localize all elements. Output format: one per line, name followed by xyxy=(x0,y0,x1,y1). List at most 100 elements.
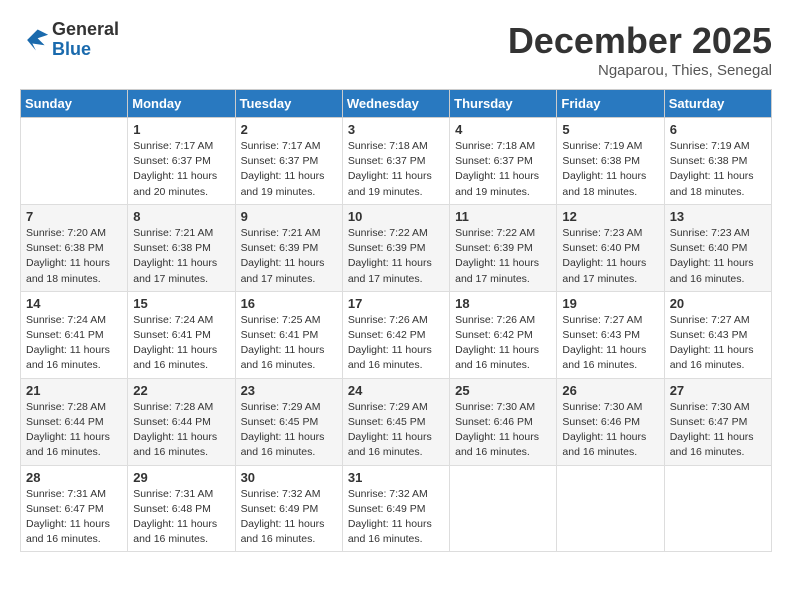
calendar-cell: 6 Sunrise: 7:19 AMSunset: 6:38 PMDaylight… xyxy=(664,118,771,205)
day-info: Sunrise: 7:22 AMSunset: 6:39 PMDaylight:… xyxy=(348,226,444,287)
day-number: 25 xyxy=(455,383,551,398)
day-info: Sunrise: 7:29 AMSunset: 6:45 PMDaylight:… xyxy=(241,400,337,461)
page-header: General Blue December 2025 Ngaparou, Thi… xyxy=(20,20,772,79)
calendar-cell: 26Sunrise: 7:30 AMSunset: 6:46 PMDayligh… xyxy=(557,378,664,465)
calendar-cell xyxy=(664,465,771,552)
calendar-cell: 20 Sunrise: 7:27 AMSunset: 6:43 PMDayligh… xyxy=(664,291,771,378)
calendar-cell: 19 Sunrise: 7:27 AMSunset: 6:43 PMDayligh… xyxy=(557,291,664,378)
day-info: Sunrise: 7:24 AMSunset: 6:41 PMDaylight:… xyxy=(26,313,122,374)
day-info: Sunrise: 7:21 AMSunset: 6:38 PMDaylight:… xyxy=(133,226,229,287)
day-info: Sunrise: 7:30 AMSunset: 6:47 PMDaylight:… xyxy=(670,400,766,461)
month-title: December 2025 xyxy=(508,20,772,62)
day-info: Sunrise: 7:28 AMSunset: 6:44 PMDaylight:… xyxy=(133,400,229,461)
calendar-cell: 23 Sunrise: 7:29 AMSunset: 6:45 PMDayligh… xyxy=(235,378,342,465)
day-info: Sunrise: 7:20 AMSunset: 6:38 PMDaylight:… xyxy=(26,226,122,287)
day-number: 18 xyxy=(455,296,551,311)
day-number: 14 xyxy=(26,296,122,311)
day-number: 29 xyxy=(133,470,229,485)
calendar-cell: 22 Sunrise: 7:28 AMSunset: 6:44 PMDayligh… xyxy=(128,378,235,465)
day-info: Sunrise: 7:30 AMSunset: 6:46 PMDaylight:… xyxy=(562,400,658,461)
col-sunday: Sunday xyxy=(21,90,128,118)
day-number: 30 xyxy=(241,470,337,485)
day-number: 13 xyxy=(670,209,766,224)
calendar-cell: 13 Sunrise: 7:23 AMSunset: 6:40 PMDayligh… xyxy=(664,204,771,291)
day-number: 20 xyxy=(670,296,766,311)
calendar-cell: 21Sunrise: 7:28 AMSunset: 6:44 PMDayligh… xyxy=(21,378,128,465)
day-number: 28 xyxy=(26,470,122,485)
day-number: 4 xyxy=(455,122,551,137)
day-number: 17 xyxy=(348,296,444,311)
calendar-cell: 3 Sunrise: 7:18 AMSunset: 6:37 PMDaylight… xyxy=(342,118,449,205)
calendar-cell: 12 Sunrise: 7:23 AMSunset: 6:40 PMDayligh… xyxy=(557,204,664,291)
day-number: 15 xyxy=(133,296,229,311)
col-tuesday: Tuesday xyxy=(235,90,342,118)
col-friday: Friday xyxy=(557,90,664,118)
day-info: Sunrise: 7:19 AMSunset: 6:38 PMDaylight:… xyxy=(562,139,658,200)
day-info: Sunrise: 7:27 AMSunset: 6:43 PMDaylight:… xyxy=(562,313,658,374)
day-info: Sunrise: 7:17 AMSunset: 6:37 PMDaylight:… xyxy=(241,139,337,200)
calendar-cell: 28 Sunrise: 7:31 AMSunset: 6:47 PMDayligh… xyxy=(21,465,128,552)
day-info: Sunrise: 7:30 AMSunset: 6:46 PMDaylight:… xyxy=(455,400,551,461)
logo-general: General xyxy=(52,20,119,40)
day-info: Sunrise: 7:29 AMSunset: 6:45 PMDaylight:… xyxy=(348,400,444,461)
day-number: 1 xyxy=(133,122,229,137)
day-number: 8 xyxy=(133,209,229,224)
calendar-cell: 7 Sunrise: 7:20 AMSunset: 6:38 PMDaylight… xyxy=(21,204,128,291)
day-number: 5 xyxy=(562,122,658,137)
day-number: 31 xyxy=(348,470,444,485)
day-number: 22 xyxy=(133,383,229,398)
day-info: Sunrise: 7:27 AMSunset: 6:43 PMDaylight:… xyxy=(670,313,766,374)
calendar-cell: 18 Sunrise: 7:26 AMSunset: 6:42 PMDayligh… xyxy=(450,291,557,378)
day-number: 7 xyxy=(26,209,122,224)
calendar-cell: 1Sunrise: 7:17 AMSunset: 6:37 PMDaylight… xyxy=(128,118,235,205)
calendar-cell: 14 Sunrise: 7:24 AMSunset: 6:41 PMDayligh… xyxy=(21,291,128,378)
calendar-cell: 4 Sunrise: 7:18 AMSunset: 6:37 PMDaylight… xyxy=(450,118,557,205)
calendar-cell: 30 Sunrise: 7:32 AMSunset: 6:49 PMDayligh… xyxy=(235,465,342,552)
calendar-row-2: 7 Sunrise: 7:20 AMSunset: 6:38 PMDaylight… xyxy=(21,204,772,291)
header-row: Sunday Monday Tuesday Wednesday Thursday… xyxy=(21,90,772,118)
day-info: Sunrise: 7:19 AMSunset: 6:38 PMDaylight:… xyxy=(670,139,766,200)
calendar-cell xyxy=(450,465,557,552)
calendar-cell: 2 Sunrise: 7:17 AMSunset: 6:37 PMDaylight… xyxy=(235,118,342,205)
day-number: 21 xyxy=(26,383,122,398)
day-number: 3 xyxy=(348,122,444,137)
logo: General Blue xyxy=(20,20,119,60)
calendar-cell: 24 Sunrise: 7:29 AMSunset: 6:45 PMDayligh… xyxy=(342,378,449,465)
calendar-cell: 16Sunrise: 7:25 AMSunset: 6:41 PMDayligh… xyxy=(235,291,342,378)
calendar-cell: 10 Sunrise: 7:22 AMSunset: 6:39 PMDayligh… xyxy=(342,204,449,291)
logo-text: General Blue xyxy=(52,20,119,60)
calendar-cell: 29Sunrise: 7:31 AMSunset: 6:48 PMDayligh… xyxy=(128,465,235,552)
day-number: 6 xyxy=(670,122,766,137)
day-info: Sunrise: 7:26 AMSunset: 6:42 PMDaylight:… xyxy=(455,313,551,374)
day-number: 24 xyxy=(348,383,444,398)
calendar-row-1: 1 Sunrise: 7:17 AMSunset: 6:37 PMDaylight… xyxy=(21,118,772,205)
col-wednesday: Wednesday xyxy=(342,90,449,118)
calendar-cell xyxy=(557,465,664,552)
subtitle: Ngaparou, Thies, Senegal xyxy=(508,62,772,79)
calendar-cell: 27Sunrise: 7:30 AMSunset: 6:47 PMDayligh… xyxy=(664,378,771,465)
logo-blue: Blue xyxy=(52,40,119,60)
day-number: 10 xyxy=(348,209,444,224)
day-info: Sunrise: 7:31 AMSunset: 6:47 PMDaylight:… xyxy=(26,487,122,548)
calendar-cell: 25 Sunrise: 7:30 AMSunset: 6:46 PMDayligh… xyxy=(450,378,557,465)
calendar-cell xyxy=(21,118,128,205)
calendar-row-3: 14 Sunrise: 7:24 AMSunset: 6:41 PMDayligh… xyxy=(21,291,772,378)
calendar-cell: 9Sunrise: 7:21 AMSunset: 6:39 PMDaylight… xyxy=(235,204,342,291)
day-info: Sunrise: 7:26 AMSunset: 6:42 PMDaylight:… xyxy=(348,313,444,374)
day-info: Sunrise: 7:18 AMSunset: 6:37 PMDaylight:… xyxy=(455,139,551,200)
day-info: Sunrise: 7:18 AMSunset: 6:37 PMDaylight:… xyxy=(348,139,444,200)
day-number: 23 xyxy=(241,383,337,398)
day-info: Sunrise: 7:23 AMSunset: 6:40 PMDaylight:… xyxy=(670,226,766,287)
day-info: Sunrise: 7:32 AMSunset: 6:49 PMDaylight:… xyxy=(241,487,337,548)
day-number: 12 xyxy=(562,209,658,224)
day-info: Sunrise: 7:32 AMSunset: 6:49 PMDaylight:… xyxy=(348,487,444,548)
calendar-cell: 15Sunrise: 7:24 AMSunset: 6:41 PMDayligh… xyxy=(128,291,235,378)
day-number: 2 xyxy=(241,122,337,137)
calendar-row-4: 21 Sunrise: 7:28 AMSunset: 6:44 PMDayligh… xyxy=(21,378,772,465)
calendar-cell: 8 Sunrise: 7:21 AMSunset: 6:38 PMDaylight… xyxy=(128,204,235,291)
day-number: 19 xyxy=(562,296,658,311)
calendar-cell: 11Sunrise: 7:22 AMSunset: 6:39 PMDayligh… xyxy=(450,204,557,291)
day-info: Sunrise: 7:22 AMSunset: 6:39 PMDaylight:… xyxy=(455,226,551,287)
title-area: December 2025 Ngaparou, Thies, Senegal xyxy=(508,20,772,79)
day-info: Sunrise: 7:23 AMSunset: 6:40 PMDaylight:… xyxy=(562,226,658,287)
